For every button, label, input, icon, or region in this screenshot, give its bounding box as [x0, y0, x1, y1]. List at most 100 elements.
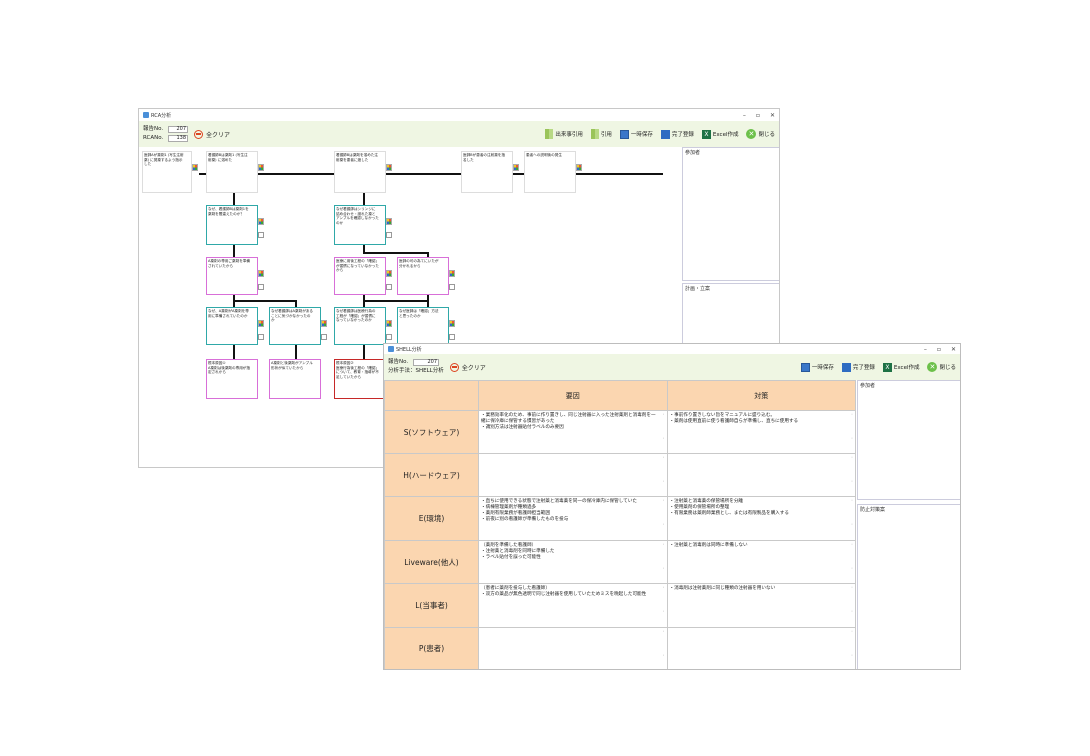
rca-node-event-1[interactable]: 医師Aが薬剤1 (写生注射薬) に発薬するよう指示した: [142, 151, 198, 193]
cell-scrollbar[interactable]: ˄ ˅: [662, 498, 666, 539]
node-scrollbar[interactable]: [252, 207, 256, 243]
maximize-button[interactable]: ▫: [937, 346, 941, 353]
rca-node-cause-1[interactable]: A薬剤の専用ご薬剤を準備されていたから: [206, 257, 264, 295]
palette-icon[interactable]: [513, 164, 519, 171]
node-scrollbar[interactable]: [186, 153, 190, 191]
clear-all-button[interactable]: 全クリア: [194, 129, 230, 139]
palette-icon[interactable]: [258, 164, 264, 171]
cell-scrollbar[interactable]: ˄ ˅: [850, 412, 854, 452]
minimize-button[interactable]: –: [924, 346, 927, 353]
rca-node-why-3[interactable]: なぜ、A薬剤がA薬剤を専用に準備されていたのか: [206, 307, 264, 345]
rca-node-root-2[interactable]: A薬剤と後薬剤がアンプル形状が似ていたから: [269, 359, 321, 399]
close-button[interactable]: ✕ 閉じる: [927, 362, 956, 372]
node-scrollbar[interactable]: [380, 259, 384, 293]
link-icon[interactable]: [321, 334, 327, 340]
link-icon[interactable]: [386, 334, 392, 340]
cause-cell[interactable]: （薬剤を準備した看護師） ・注射薬と消毒剤を同時に準備した ・ラベル貼付を誤った…: [478, 540, 668, 584]
source-event-button[interactable]: 出来事引用: [545, 129, 583, 139]
rca-node-why-2[interactable]: なぜ看護師はシリンジに詰め合わせ・誤れた薬とアンプルを確認しなかったのか: [334, 205, 392, 245]
cause-cell[interactable]: ˄ ˅: [478, 627, 668, 669]
link-icon[interactable]: [449, 284, 455, 290]
complete-button[interactable]: 完了登録: [841, 362, 875, 372]
excel-button[interactable]: X Excel作成: [882, 362, 919, 372]
cause-cell[interactable]: ・直ちに使用できる状態で注射薬と消毒薬を同一の保冷庫内に保管していた ・病棟管理…: [478, 496, 668, 541]
node-scrollbar[interactable]: [380, 207, 384, 243]
node-scrollbar[interactable]: [252, 309, 256, 343]
link-icon[interactable]: [449, 334, 455, 340]
close-button[interactable]: ✕ 閉じる: [746, 129, 775, 139]
palette-icon[interactable]: [258, 218, 264, 225]
rca-node-why-1[interactable]: なぜ、看護師Bは薬剤1を薬剤を間違えたのか？: [206, 205, 264, 245]
node-scrollbar[interactable]: [315, 361, 319, 397]
report-no-field[interactable]: 207: [168, 126, 188, 133]
node-scrollbar[interactable]: [252, 361, 256, 397]
cell-scrollbar[interactable]: ˄ ˅: [662, 629, 666, 668]
temp-save-button[interactable]: 一時保存: [800, 362, 834, 372]
link-icon[interactable]: [258, 232, 264, 238]
rca-node-event-3[interactable]: 看護師Bは薬剤を溶めた注射薬を患者に渡した: [334, 151, 392, 193]
rca-node-why-6[interactable]: なぜ医師は「確認」方法と思ったのか: [397, 307, 455, 345]
node-scrollbar[interactable]: [443, 309, 447, 343]
cell-scrollbar[interactable]: ˄ ˅: [850, 542, 854, 582]
node-scrollbar[interactable]: [507, 153, 511, 191]
palette-icon[interactable]: [258, 270, 264, 277]
measure-cell[interactable]: ・注射薬と消毒剤は同時に準備しない ˄ ˅: [666, 540, 856, 584]
measure-cell[interactable]: ˄ ˅: [666, 627, 856, 669]
clear-all-button[interactable]: 全クリア: [449, 362, 486, 372]
node-scrollbar[interactable]: [443, 259, 447, 293]
node-scrollbar[interactable]: [252, 259, 256, 293]
link-icon[interactable]: [258, 334, 264, 340]
excel-button[interactable]: X Excel作成: [701, 129, 738, 139]
link-icon[interactable]: [386, 232, 392, 238]
node-scrollbar[interactable]: [380, 309, 384, 343]
measure-cell[interactable]: ˄ ˅: [666, 453, 856, 497]
participants-box[interactable]: 参加者: [682, 147, 779, 281]
minimize-button[interactable]: –: [743, 112, 746, 119]
link-icon[interactable]: [386, 284, 392, 290]
measure-cell[interactable]: ・消毒剤は注射薬剤に同じ種類の注射器を用いない ˄ ˅: [666, 583, 856, 628]
close-window-button[interactable]: ✕: [770, 112, 775, 119]
link-icon[interactable]: [258, 284, 264, 290]
measure-cell[interactable]: ・注射薬と消毒薬の保管場所を分離 ・使用薬剤の保管場所の整理 ・有限業務は薬剤師…: [666, 496, 856, 541]
rca-node-why-4[interactable]: なぜ看護師はA薬剤があることに気づかなかったのか: [269, 307, 327, 345]
rca-node-event-5[interactable]: 患者への説明後の発生: [524, 151, 582, 193]
rca-node-cause-3[interactable]: 医師の可の為てにいたが分かれるから: [397, 257, 455, 295]
cite-button[interactable]: 引用: [590, 129, 612, 139]
cell-scrollbar[interactable]: ˄ ˅: [662, 455, 666, 495]
measure-cell[interactable]: ・事前作り置きしない旨をマニュアルに盛り込む。 ・薬剤は使用直前に使う看護師自ら…: [666, 410, 856, 454]
maximize-button[interactable]: ▫: [756, 112, 760, 119]
node-scrollbar[interactable]: [380, 153, 384, 191]
rca-node-cause-2[interactable]: 医療に用後工程の「確認」が習慣になっていなかったから: [334, 257, 392, 295]
palette-icon[interactable]: [192, 164, 198, 171]
palette-icon[interactable]: [386, 218, 392, 225]
rca-no-field[interactable]: 138: [168, 135, 188, 142]
rca-node-event-4[interactable]: 医師Bが患者の注射薬を指名した: [461, 151, 519, 193]
palette-icon[interactable]: [449, 320, 455, 327]
temp-save-button[interactable]: 一時保存: [619, 129, 653, 139]
palette-icon[interactable]: [449, 270, 455, 277]
cause-cell[interactable]: ・業務効率化のため、事前に作り置きし、同じ注射器に入った注射薬剤と消毒剤を一緒に…: [478, 410, 668, 454]
cause-cell[interactable]: ˄ ˅: [478, 453, 668, 497]
report-no-field[interactable]: 207: [413, 359, 439, 366]
cell-scrollbar[interactable]: ˄ ˅: [850, 498, 854, 539]
close-window-button[interactable]: ✕: [951, 346, 956, 353]
palette-icon[interactable]: [258, 320, 264, 327]
palette-icon[interactable]: [321, 320, 327, 327]
palette-icon[interactable]: [386, 270, 392, 277]
prevention-box[interactable]: 防止対策案: [857, 504, 960, 669]
palette-icon[interactable]: [386, 320, 392, 327]
participants-box[interactable]: 参加者: [857, 380, 960, 500]
node-scrollbar[interactable]: [315, 309, 319, 343]
cell-scrollbar[interactable]: ˄ ˅: [850, 585, 854, 626]
cell-scrollbar[interactable]: ˄ ˅: [662, 412, 666, 452]
node-scrollbar[interactable]: [570, 153, 574, 191]
palette-icon[interactable]: [576, 164, 582, 171]
node-scrollbar[interactable]: [252, 153, 256, 191]
rca-node-why-5[interactable]: なぜ看護師は医療行為の工程が「確認」が習慣になっていなかったのか: [334, 307, 392, 345]
cell-scrollbar[interactable]: ˄ ˅: [662, 585, 666, 626]
complete-button[interactable]: 完了登録: [660, 129, 694, 139]
cell-scrollbar[interactable]: ˄ ˅: [850, 455, 854, 495]
rca-node-event-2[interactable]: 看護師Bは薬剤1 (写生注射薬) に溶めた: [206, 151, 264, 193]
cause-cell[interactable]: （患者に薬剤を投与した看護師） ・双方の薬品が無色透明で同じ注射器を使用していた…: [478, 583, 668, 628]
rca-node-root-1[interactable]: 根本原因① A薬剤は後薬剤の専用が指定されから: [206, 359, 258, 399]
